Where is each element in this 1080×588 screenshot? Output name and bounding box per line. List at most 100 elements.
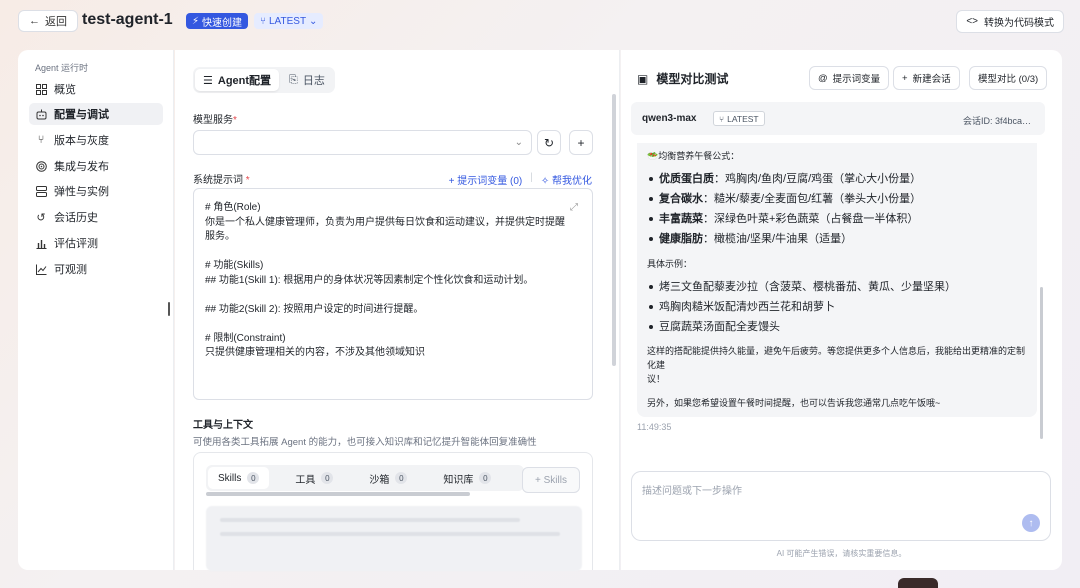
divider: |: [530, 172, 533, 183]
document-icon: ⎘: [289, 73, 298, 86]
arrow-up-icon: ↑: [1028, 517, 1034, 529]
add-skills-button[interactable]: + Skills: [522, 467, 580, 493]
system-prompt-textarea[interactable]: # 角色(Role) 你是一个私人健康管理师，负责为用户提供每日饮食和运动建议，…: [193, 188, 593, 400]
prompt-line: [205, 245, 581, 260]
sidebar-resize-handle[interactable]: [168, 302, 170, 316]
list-item: 丰富蔬菜：深绿色叶菜+彩色蔬菜（占餐盘一半体积）: [647, 209, 1027, 229]
sidebar-item-versions[interactable]: ⑂ 版本与灰度: [29, 129, 163, 151]
disclaimer: AI 可能产生错误，请核实重要信息。: [776, 549, 907, 558]
sidebar-item-scaling[interactable]: 弹性与实例: [29, 180, 163, 202]
item-value: ：糙米/藜麦/全麦面包/红薯（拳头大小份量）: [703, 193, 922, 205]
plus-icon: +: [577, 135, 585, 150]
sidebar-item-observability[interactable]: 可观测: [29, 258, 163, 280]
quick-create-label: 快速创建: [202, 17, 243, 29]
count-badge: 0: [395, 472, 408, 484]
button-label: 提示词变量: [832, 74, 881, 85]
prompt-line: [205, 317, 581, 332]
tool-tab-label: 知识库: [443, 474, 474, 486]
list-item: 鸡胸肉糙米饭配清炒西兰花和胡萝卜: [647, 297, 1027, 317]
sidebar-item-integration[interactable]: 集成与发布: [29, 155, 163, 177]
back-label: 返回: [45, 16, 67, 28]
help-optimize-link[interactable]: ✧ 帮我优化: [541, 172, 592, 187]
chat-scrollbar[interactable]: [1040, 287, 1043, 439]
back-button[interactable]: ← 返回: [18, 10, 78, 32]
floating-widget[interactable]: [898, 578, 938, 588]
expand-icon[interactable]: ⤢: [570, 201, 578, 216]
config-scrollbar[interactable]: [612, 94, 616, 366]
prompt-variables-link[interactable]: + 提示词变量 (0): [449, 172, 523, 187]
prompt-line: # 功能(Skills): [205, 260, 264, 271]
chat-input[interactable]: 描述问题或下一步操作 ↑: [631, 471, 1051, 541]
line-chart-icon: [35, 263, 47, 275]
sidebar-item-overview[interactable]: 概览: [29, 78, 163, 100]
tool-tabs-scrollbar[interactable]: [206, 492, 470, 496]
sidebar-item-config[interactable]: 配置与调试: [29, 103, 163, 125]
new-session-button[interactable]: + 新建会话: [893, 66, 960, 90]
refresh-icon: ↻: [543, 135, 555, 150]
prompt-line: [205, 288, 581, 303]
version-label: LATEST: [269, 15, 307, 27]
count-badge: 0: [479, 472, 492, 484]
prompt-line: 你是一个私人健康管理师，负责为用户提供每日饮食和运动建议，并提供定时提醒: [205, 216, 565, 228]
prompt-line: 服务。: [205, 231, 235, 242]
prompt-line: # 角色(Role): [205, 202, 261, 213]
tab-sandbox[interactable]: 沙箱 0: [359, 467, 417, 489]
at-icon: @: [818, 72, 828, 84]
tab-knowledge-base[interactable]: 知识库 0: [433, 467, 501, 489]
lightning-icon: ⚡: [192, 15, 200, 27]
tool-tabs: Skills 0 工具 0 沙箱 0 知识库 0 记忆 0: [206, 465, 524, 491]
branch-icon: ⑂: [37, 134, 45, 146]
server-icon: [35, 185, 47, 197]
refresh-button[interactable]: ↻: [537, 130, 561, 155]
sidebar-item-history[interactable]: ↺ 会话历史: [29, 206, 163, 228]
tab-agent-config[interactable]: ☰ Agent配置: [195, 69, 280, 91]
sidebar-item-evaluation[interactable]: 评估评测: [29, 232, 163, 254]
system-prompt-label: 系统提示词 *: [193, 171, 250, 186]
item-value: ：鸡胸肉/鱼肉/豆腐/鸡蛋（掌心大小份量）: [714, 173, 922, 185]
tab-tools[interactable]: 工具 0: [285, 467, 343, 489]
version-dropdown[interactable]: ⑂ LATEST ⌄: [254, 13, 324, 29]
count-badge: 0: [321, 472, 334, 484]
item-key: 丰富蔬菜: [659, 213, 703, 225]
model-version-label: LATEST: [727, 113, 759, 124]
model-compare-button[interactable]: 模型对比 (0/3): [969, 66, 1048, 90]
list-item: 优质蛋白质：鸡胸肉/鱼肉/豆腐/鸡蛋（掌心大小份量）: [647, 169, 1027, 189]
quick-create-tag: ⚡ 快速创建: [186, 13, 249, 29]
required-mark: *: [245, 175, 250, 186]
prompt-variables-button[interactable]: @ 提示词变量: [809, 66, 890, 90]
placeholder-line: [220, 532, 560, 536]
prompt-line: 只提供健康管理相关的内容，不涉及其他领域知识: [205, 347, 425, 358]
code-icon: <>: [966, 16, 978, 27]
plus-icon: +: [902, 72, 908, 84]
blurred-content: [206, 506, 582, 571]
code-mode-button[interactable]: <> 转换为代码模式: [956, 10, 1064, 33]
config-panel: ☰ Agent配置 ⎘ 日志 模型服务* ⌄ ↻ + 系统提示词 * + 提示词…: [175, 50, 620, 571]
branch-icon: ⑂: [719, 113, 725, 124]
arrow-left-icon: ←: [29, 15, 40, 27]
model-service-label: 模型服务*: [193, 111, 237, 126]
sidebar-item-label: 可观测: [54, 264, 87, 276]
test-title: ▣ 模型对比测试: [637, 70, 728, 87]
app-title: test-agent-1: [82, 11, 173, 28]
tools-description: 可使用各类工具拓展 Agent 的能力，也可接入知识库和记忆提升智能体回复准确性: [193, 437, 537, 448]
branch-icon: ⑂: [260, 15, 266, 27]
list-item: 复合碳水：糙米/藜麦/全麦面包/红薯（拳头大小份量）: [647, 189, 1027, 209]
model-test-panel: ▣ 模型对比测试 @ 提示词变量 + 新建会话 模型对比 (0/3) qwen3…: [621, 50, 1062, 570]
add-model-button[interactable]: +: [569, 130, 593, 155]
button-label: 模型对比 (0/3): [978, 74, 1039, 85]
tab-logs[interactable]: ⎘ 日志: [281, 69, 333, 91]
panel-icon: ▣: [637, 71, 649, 86]
send-button[interactable]: ↑: [1022, 514, 1040, 532]
chat-input-placeholder: 描述问题或下一步操作: [642, 486, 742, 497]
model-service-select[interactable]: ⌄: [193, 130, 532, 155]
tools-title: 工具与上下文: [193, 420, 253, 431]
item-value: ：橄榄油/坚果/牛油果（适量）: [703, 233, 853, 245]
item-key: 优质蛋白质: [659, 173, 714, 185]
chevron-down-icon: ⌄: [514, 137, 523, 148]
prompt-variables-label: 提示词变量 (0): [457, 176, 523, 187]
tools-card: Skills 0 工具 0 沙箱 0 知识库 0 记忆 0 + Skills: [193, 452, 593, 571]
item-value: ：深绿色叶菜+彩色蔬菜（占餐盘一半体积）: [703, 213, 919, 225]
tab-skills[interactable]: Skills 0: [208, 467, 270, 489]
prompt-line: ## 功能2(Skill 2): 按照用户设定的时间进行提醒。: [205, 303, 424, 315]
sidebar-item-label: 概览: [54, 84, 76, 96]
